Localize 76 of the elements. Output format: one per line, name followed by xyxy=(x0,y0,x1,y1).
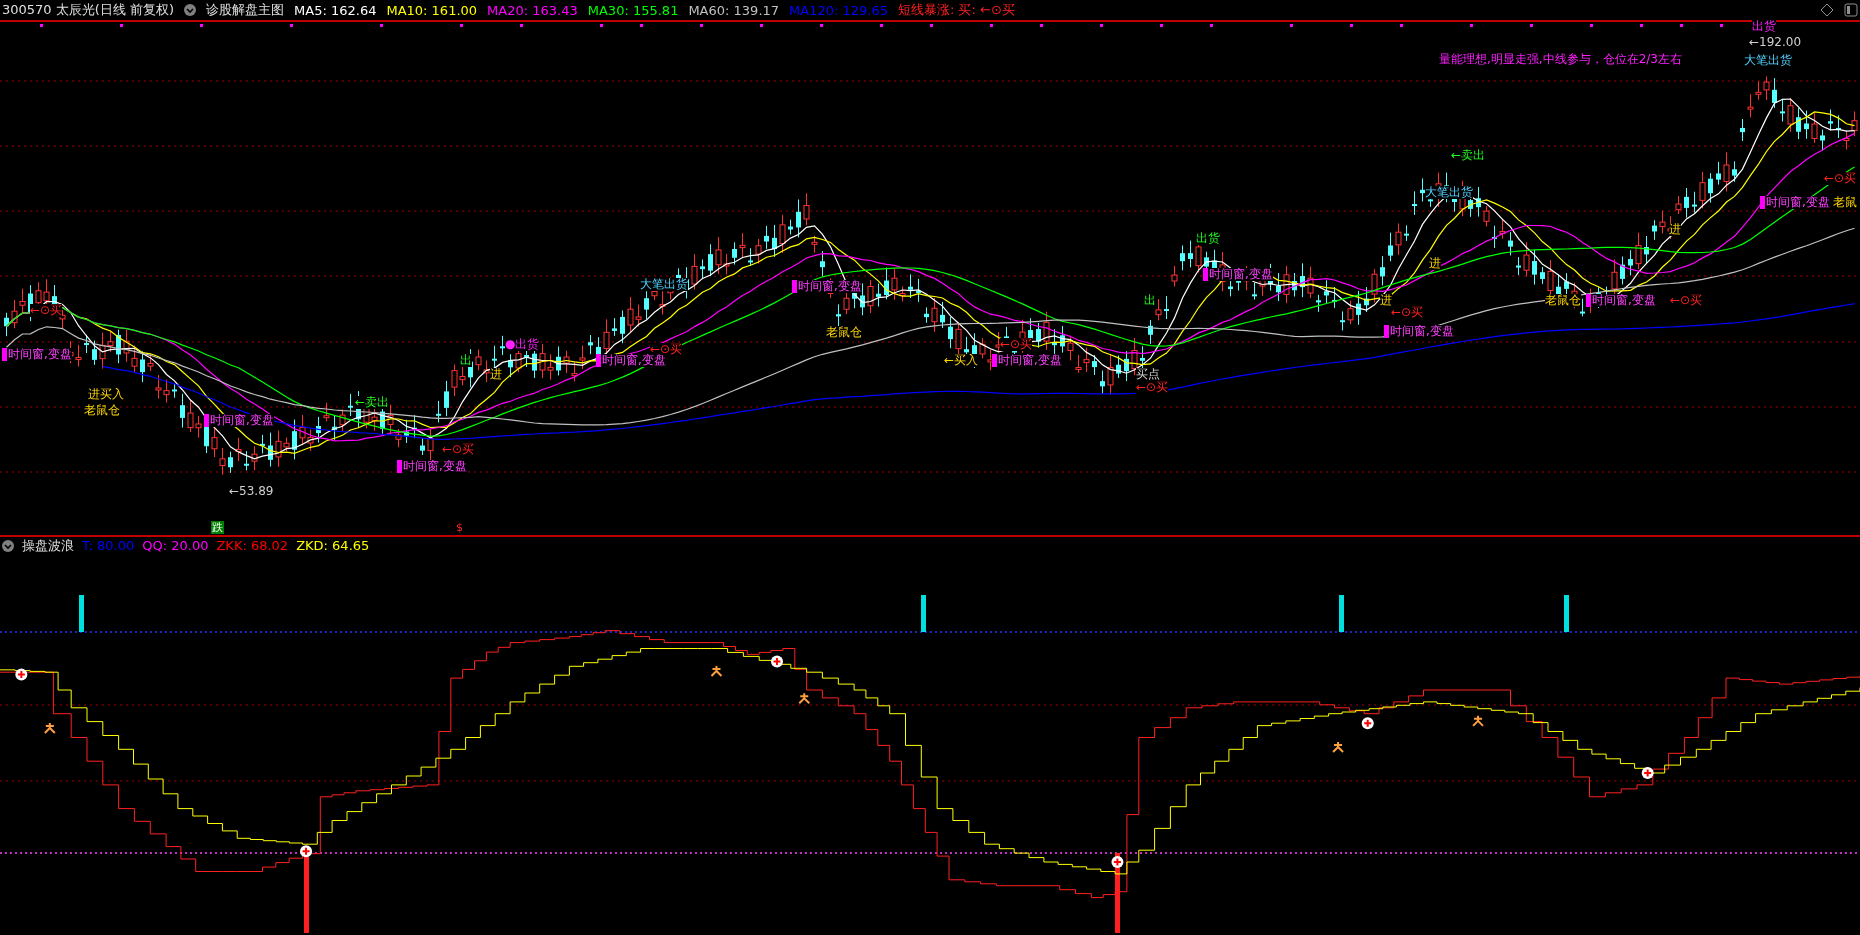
fork-marker-icon xyxy=(1472,714,1485,727)
enter-signal: 进 xyxy=(490,368,502,381)
signal-marker: $ xyxy=(455,521,464,534)
dropdown-icon[interactable] xyxy=(184,4,197,16)
signal-label: 出货 xyxy=(1752,20,1776,33)
indicator-name[interactable]: 操盘波浪 xyxy=(22,536,74,555)
buy-signal: ←⊙买 xyxy=(442,443,475,456)
plus-circle-icon xyxy=(1111,856,1124,868)
plus-circle-icon xyxy=(1641,767,1654,780)
signal-marker: 跌 xyxy=(211,521,224,534)
sell-signal: 出货 xyxy=(1196,232,1220,245)
price-label: ←192.00 xyxy=(1749,36,1802,49)
enter-signal: 老鼠 xyxy=(1833,196,1857,209)
signal-label: 时间窗,变盘 xyxy=(397,460,467,473)
plus-circle-icon xyxy=(771,655,783,668)
signal-legend: 短线暴涨: 买: ←⊙买 xyxy=(898,1,1015,19)
plus-circle-icon xyxy=(1361,717,1374,730)
sell-signal: 出 xyxy=(460,354,472,367)
enter-signal: 老鼠仓 xyxy=(84,404,120,417)
buy-signal: ←⊙买 xyxy=(30,304,63,317)
signal-bar xyxy=(1564,595,1569,632)
enter-signal: 进 xyxy=(1380,294,1392,307)
ma-value: MA5: 162.64 xyxy=(294,2,377,18)
enter-signal: 进 xyxy=(1669,223,1681,236)
signal-label: 大笔出货 xyxy=(1425,186,1473,199)
buy-signal: ←⊙买 xyxy=(1136,381,1169,394)
enter-signal: 进买入 xyxy=(88,388,124,401)
signal-label: 时间窗,变盘 xyxy=(992,354,1062,367)
indicator-value: ZKK: 68.02 xyxy=(216,538,289,553)
buy-signal: ←⊙买 xyxy=(1391,306,1424,319)
indicator-name[interactable]: 诊股解盘主图 xyxy=(206,1,285,19)
fork-marker-icon xyxy=(798,692,811,705)
plus-circle-icon xyxy=(15,668,28,681)
signal-label: 时间窗,变盘 xyxy=(204,414,274,427)
signal-label: 时间窗,变盘 xyxy=(2,348,72,361)
diamond-icon[interactable] xyxy=(1820,3,1834,17)
stock-name: 300570 太辰光(日线 前复权) xyxy=(2,1,175,19)
fork-marker-icon xyxy=(1332,740,1345,753)
fork-marker-icon xyxy=(710,665,723,678)
signal-label: 时间窗,变盘 xyxy=(792,280,862,293)
price-label: 买点 xyxy=(1136,368,1160,381)
enter-signal: ←买入 xyxy=(944,354,979,367)
ma-value: MA120: 129.65 xyxy=(789,2,888,18)
buy-signal: ←⊙买 xyxy=(1670,294,1703,307)
ma-value: MA60: 139.17 xyxy=(688,2,780,18)
signal-label: 大笔出货 xyxy=(1744,54,1792,67)
buy-signal: ←⊙买 xyxy=(1824,172,1857,185)
sell-signal: 出 xyxy=(1144,294,1156,307)
signal-bar xyxy=(1339,595,1344,632)
indicator-value: QQ: 20.00 xyxy=(142,538,209,553)
signal-label: 时间窗,变盘 xyxy=(1384,325,1454,338)
plus-circle-icon xyxy=(300,845,313,858)
enter-signal: 老鼠仓 xyxy=(826,326,862,339)
fork-marker-icon xyxy=(43,721,56,734)
ma-value: MA30: 155.81 xyxy=(587,2,679,18)
signal-label: 量能理想,明显走强,中线参与，仓位在2/3左右 xyxy=(1439,53,1682,66)
dropdown-icon[interactable] xyxy=(2,539,14,552)
indicator-value: T: 80.00 xyxy=(82,538,135,553)
buy-signal: ←⊙买 xyxy=(650,343,683,356)
signal-bar xyxy=(921,595,926,632)
price-label: ←53.89 xyxy=(229,485,274,498)
ma-value: MA20: 163.43 xyxy=(487,2,578,18)
sell-signal: ←卖出 xyxy=(355,396,390,409)
signal-label: 时间窗,变盘 xyxy=(1760,196,1830,209)
enter-signal: 进 xyxy=(1429,257,1441,270)
signal-label: ●出货 xyxy=(505,338,540,351)
sell-signal: ←卖出 xyxy=(1451,149,1486,162)
window-icon[interactable] xyxy=(1844,3,1858,17)
signal-label: 时间窗,变盘 xyxy=(1203,268,1273,281)
enter-signal: 老鼠仓 xyxy=(1545,294,1581,307)
indicator-value: ZKD: 64.65 xyxy=(296,538,370,553)
buy-signal: ←⊙买 xyxy=(1000,338,1033,351)
signal-bar xyxy=(79,595,84,632)
signal-label: 时间窗,变盘 xyxy=(596,354,666,367)
ma-value: MA10: 161.00 xyxy=(386,2,478,18)
signal-label: 时间窗,变盘 xyxy=(1586,294,1656,307)
